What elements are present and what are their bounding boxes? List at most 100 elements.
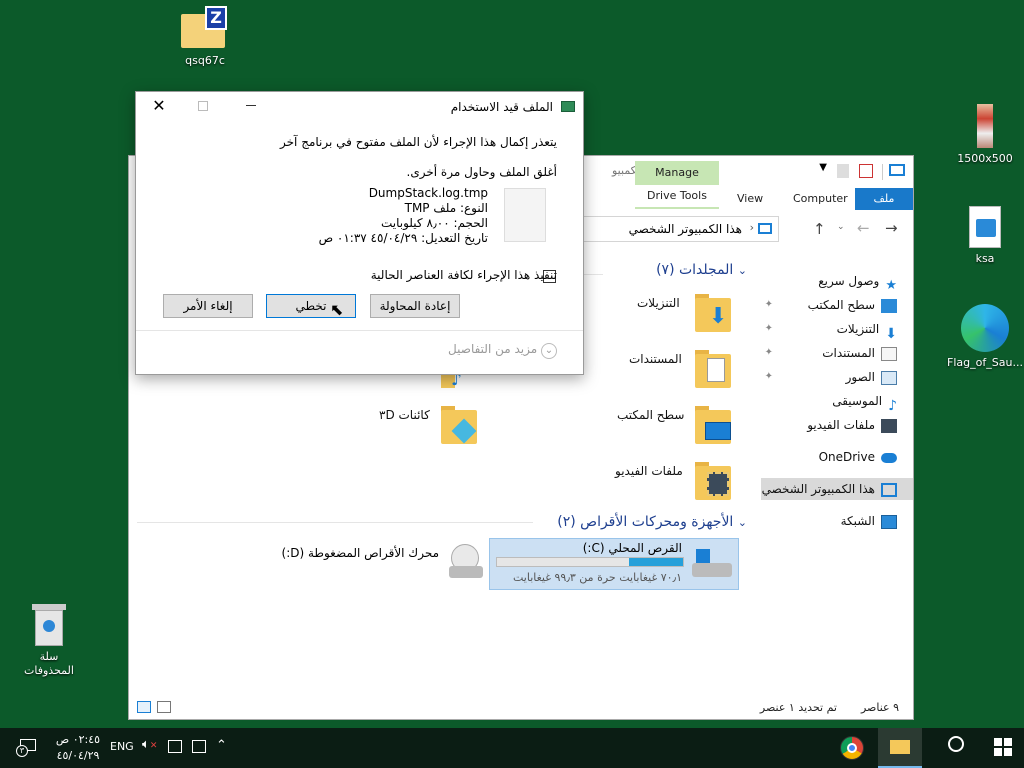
tab-drive-tools[interactable]: Drive Tools xyxy=(635,185,719,207)
desktop-icon xyxy=(881,298,897,313)
chevron-circle-icon: ⌄ xyxy=(541,343,557,359)
recent-dropdown-icon[interactable]: ⌄ xyxy=(837,222,845,232)
status-item-count: ٩ عناصر xyxy=(860,701,899,714)
file-size: الحجم: ٨٫٠٠ كيلوبايت xyxy=(380,216,488,230)
desktop-icon-label: سلة المحذوفات xyxy=(24,650,74,677)
minimize-button[interactable] xyxy=(246,105,256,106)
details-view-icon[interactable] xyxy=(157,701,171,713)
desktop-icon-qsq67c[interactable]: Z qsq67c xyxy=(165,6,245,68)
maximize-button[interactable] xyxy=(198,101,208,111)
folder-documents[interactable] xyxy=(695,350,731,388)
tab-file[interactable]: ملف xyxy=(855,188,913,210)
mouse-cursor-icon: ⬉ xyxy=(330,300,344,319)
sidebar-item-quick-access[interactable]: ★ وصول سريع xyxy=(761,270,913,293)
breadcrumb[interactable]: هذا الكمبيوتر الشخصي xyxy=(629,222,742,236)
file-modified: تاريخ التعديل: ٤٥/٠٤/٢٩ ٠١:٣٧ ص xyxy=(318,231,488,245)
document-icon xyxy=(707,358,725,382)
language-indicator[interactable]: ENG xyxy=(110,740,134,753)
status-bar: ٩ عناصر تم تحديد ١ عنصر xyxy=(129,697,913,719)
section-divider xyxy=(137,522,533,523)
drive-free-space: ٧٠٫١ غيغابايت حرة من ٩٩٫٣ غيغابايت xyxy=(513,571,682,584)
more-details-label: مزيد من التفاصيل xyxy=(448,342,538,356)
pin-icon: ✦ xyxy=(764,323,773,334)
action-center-tray-icon[interactable] xyxy=(192,740,206,753)
folder-label: المستندات xyxy=(629,352,682,366)
desktop-icon-recycle-bin[interactable]: سلة المحذوفات xyxy=(9,604,89,678)
chevron-down-icon[interactable]: ▼ xyxy=(819,162,827,173)
desktop-icon-label: qsq67c xyxy=(185,54,225,67)
sidebar-item-label: ملفات الفيديو xyxy=(807,418,875,432)
desktop-icon xyxy=(705,422,731,440)
sidebar-item-videos[interactable]: ملفات الفيديو xyxy=(761,414,913,436)
close-button[interactable]: ✕ xyxy=(148,95,170,117)
manage-tab-group: Manage Drive Tools xyxy=(635,161,719,209)
desktop-icon-1500x500[interactable]: 1500x500 xyxy=(945,104,1024,166)
sidebar-item-label: الموسيقى xyxy=(832,394,883,408)
large-icons-view-icon[interactable] xyxy=(137,701,151,713)
apply-all-label[interactable]: تنفيذ هذا الإجراء لكافة العناصر الحالية xyxy=(371,268,557,282)
drive-label: القرص المحلي (C:) xyxy=(582,541,682,555)
retry-button[interactable]: إعادة المحاولة xyxy=(370,294,460,318)
properties-icon[interactable] xyxy=(859,164,873,178)
sidebar-item-label: هذا الكمبيوتر الشخصي xyxy=(761,482,875,496)
desktop-icon-flag[interactable]: Flag_of_Sau... xyxy=(945,304,1024,370)
desktop-icon-label: 1500x500 xyxy=(957,152,1013,165)
folder-label: كائنات ٣D xyxy=(379,408,430,422)
folder-icon xyxy=(890,740,910,754)
clock[interactable]: ٠٢:٤٥ ص ٤٥/٠٤/٢٩ xyxy=(54,732,102,764)
file-in-use-dialog: الملف قيد الاستخدام ✕ يتعذر إكمال هذا ال… xyxy=(135,91,584,375)
pictures-icon xyxy=(881,370,897,385)
folder-downloads[interactable]: ⬇ xyxy=(695,294,731,332)
file-move-icon xyxy=(561,101,575,112)
start-button[interactable] xyxy=(994,738,1012,756)
recycle-bin-icon xyxy=(32,604,66,646)
file-explorer-taskbar-button[interactable] xyxy=(878,728,922,768)
drive-c[interactable]: القرص المحلي (C:) ٧٠٫١ غيغابايت حرة من ٩… xyxy=(489,538,739,590)
sidebar-item-network[interactable]: الشبكة xyxy=(761,510,913,532)
film-icon xyxy=(707,472,729,496)
search-icon[interactable] xyxy=(948,736,964,752)
sidebar-item-documents[interactable]: المستندات ✦ xyxy=(761,342,913,364)
sidebar-item-music[interactable]: ♪ الموسيقى xyxy=(761,390,913,414)
edge-icon xyxy=(961,304,1009,352)
sidebar-item-label: التنزيلات xyxy=(836,322,880,336)
drive-label: محرك الأقراص المضغوطة (D:) xyxy=(281,546,439,560)
sidebar-item-onedrive[interactable]: OneDrive xyxy=(761,446,913,468)
file-type: النوع: ملف TMP xyxy=(404,201,488,215)
folder-desktop[interactable] xyxy=(695,406,731,444)
devices-header[interactable]: ⌄ الأجهزة ومحركات الأقراص (٢) xyxy=(557,514,747,530)
section-title: المجلدات (٧) xyxy=(656,262,734,278)
cloud-icon xyxy=(881,452,897,463)
sidebar-item-this-pc[interactable]: هذا الكمبيوتر الشخصي xyxy=(761,478,913,500)
forward-arrow-icon[interactable]: → xyxy=(885,219,898,237)
tab-computer[interactable]: Computer xyxy=(783,188,858,210)
music-icon: ♪ xyxy=(888,397,897,414)
back-arrow-icon[interactable]: ← xyxy=(857,219,870,237)
clock-time: ٠٢:٤٥ ص xyxy=(55,733,101,746)
cancel-button[interactable]: إلغاء الأمر xyxy=(163,294,253,318)
pin-icon: ✦ xyxy=(764,347,773,358)
volume-muted-icon[interactable]: 🔈︎✕ xyxy=(142,737,157,752)
sidebar-item-downloads[interactable]: ⬇ التنزيلات ✦ xyxy=(761,318,913,342)
archive-icon: Z xyxy=(181,6,229,50)
sidebar-item-desktop[interactable]: سطح المكتب ✦ xyxy=(761,294,913,316)
tab-view[interactable]: View xyxy=(727,188,773,210)
computer-icon xyxy=(758,223,772,234)
more-details-toggle[interactable]: ⌄ مزيد من التفاصيل xyxy=(448,342,557,359)
new-folder-icon[interactable] xyxy=(837,164,849,178)
show-hidden-icons-icon[interactable]: ⌃ xyxy=(216,738,227,753)
folder-3d-objects[interactable] xyxy=(441,406,477,444)
network-icon[interactable] xyxy=(168,740,182,753)
up-arrow-icon[interactable]: ↑ xyxy=(813,220,826,238)
sidebar-item-pictures[interactable]: الصور ✦ xyxy=(761,366,913,388)
windows-drive-icon xyxy=(692,549,732,583)
folder-videos[interactable] xyxy=(695,462,731,500)
drive-d[interactable]: محرك الأقراص المضغوطة (D:) xyxy=(269,542,483,586)
documents-icon xyxy=(881,346,897,361)
desktop-icon-ksa[interactable]: ksa xyxy=(945,206,1024,266)
folders-header[interactable]: ⌄ المجلدات (٧) xyxy=(656,262,747,278)
folder-label: ملفات الفيديو xyxy=(615,464,683,478)
drive-usage-bar xyxy=(496,557,684,567)
notifications-button[interactable]: ٣ xyxy=(16,737,38,757)
chrome-icon[interactable] xyxy=(840,736,864,760)
